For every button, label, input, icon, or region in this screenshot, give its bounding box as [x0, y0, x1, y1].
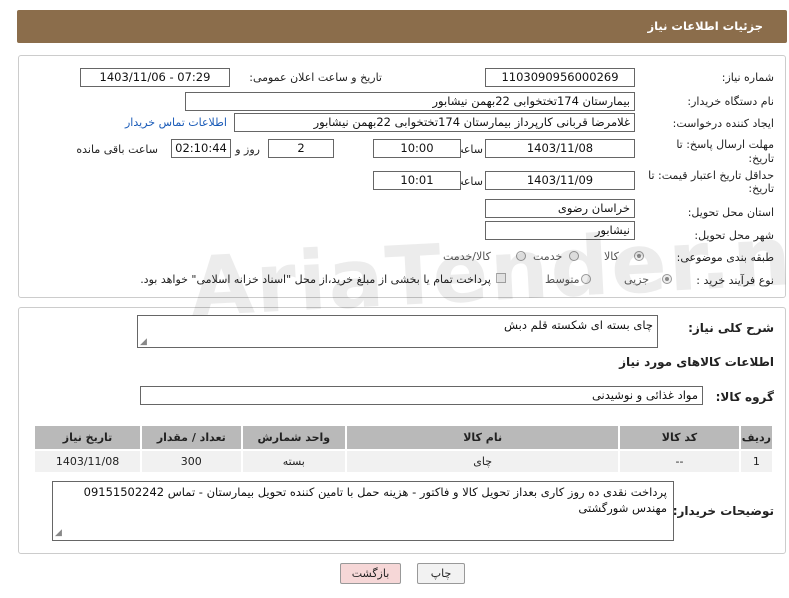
remaining-time-field: 02:10:44: [171, 139, 231, 158]
goods-group-field: مواد غذائی و نوشیدنی: [140, 386, 703, 405]
deadline-days-field: 2: [268, 139, 334, 158]
goods-group-label: گروه کالا:: [715, 390, 774, 404]
category-radio-goods[interactable]: [634, 251, 644, 261]
table-row: 1 -- چای بسته 300 1403/11/08: [32, 449, 775, 474]
print-button[interactable]: چاپ: [417, 563, 465, 584]
purchase-radio-minor[interactable]: [662, 274, 672, 284]
price-validity-time-field: 10:01: [373, 171, 461, 190]
category-radio-service[interactable]: [569, 251, 579, 261]
requester-label: ایجاد کننده درخواست:: [672, 117, 774, 130]
province-field: خراسان رضوی: [485, 199, 635, 218]
goods-table: ردیف کد کالا نام کالا واحد شمارش تعداد /…: [32, 424, 775, 474]
cell-code: --: [618, 449, 741, 474]
cell-date: 1403/11/08: [32, 449, 143, 474]
resize-grip-icon[interactable]: ◢: [140, 337, 147, 347]
treasury-note: پرداخت تمام یا بخشی از مبلغ خرید،از محل …: [140, 273, 491, 286]
price-validity-label-date: تاریخ:: [748, 182, 774, 195]
page-title: جزئیات اطلاعات نیاز: [647, 19, 763, 33]
purchase-option-medium: متوسط: [545, 273, 580, 286]
col-unit-header: واحد شمارش: [240, 424, 348, 451]
buyer-notes-textarea[interactable]: پرداخت نقدی ده روز کاری بعداز تحویل کالا…: [52, 481, 674, 541]
category-label: طبقه بندی موضوعی:: [676, 251, 774, 264]
treasury-checkbox[interactable]: [496, 273, 506, 283]
deadline-days-label: روز و: [235, 143, 260, 156]
price-validity-date-field: 1403/11/09: [485, 171, 635, 190]
category-option-goods-service: کالا/خدمت: [443, 250, 491, 263]
goods-info-title: اطلاعات کالاهای مورد نیاز: [619, 355, 774, 369]
col-row-header: ردیف: [738, 424, 775, 451]
back-button[interactable]: بازگشت: [340, 563, 401, 584]
category-radio-goods-service[interactable]: [516, 251, 526, 261]
deadline-date-field: 1403/11/08: [485, 139, 635, 158]
city-label: شهر محل تحویل:: [694, 229, 774, 242]
category-option-service: خدمت: [533, 250, 563, 263]
buyer-org-field: بیمارستان 174تختخوابی 22بهمن نیشابور: [185, 92, 635, 111]
requester-field: غلامرضا قربانی کارپرداز بیمارستان 174تخت…: [234, 113, 635, 132]
buyer-notes-label: توضیحات خریدار:: [672, 504, 774, 518]
category-option-goods: کالا: [604, 250, 619, 263]
need-number-field: 1103090956000269: [485, 68, 635, 87]
purchase-option-minor: جزیی: [624, 273, 650, 286]
col-name-header: نام کالا: [345, 424, 621, 451]
announce-datetime-field: 1403/11/06 - 07:29: [80, 68, 230, 87]
price-validity-label: حداقل تاریخ اعتبار قیمت: تا: [648, 169, 774, 182]
col-code-header: کد کالا: [618, 424, 741, 451]
cell-unit: بسته: [240, 449, 348, 474]
purchase-radio-medium[interactable]: [581, 274, 591, 284]
need-number-label: شماره نیاز:: [721, 71, 774, 84]
deadline-label-date: تاریخ:: [748, 152, 774, 165]
announce-datetime-label: تاریخ و ساعت اعلان عمومی:: [249, 71, 382, 84]
buyer-org-label: نام دستگاه خریدار:: [687, 95, 774, 108]
province-label: استان محل تحویل:: [687, 206, 774, 219]
remaining-time-label: ساعت باقی مانده: [76, 143, 158, 156]
cell-qty: 300: [140, 449, 243, 474]
col-date-header: تاریخ نیاز: [32, 424, 143, 451]
col-qty-header: تعداد / مقدار: [140, 424, 243, 451]
header-bar: جزئیات اطلاعات نیاز: [17, 10, 787, 43]
purchase-type-label: نوع فرآیند خرید :: [696, 274, 774, 287]
cell-name: چای: [345, 449, 621, 474]
cell-row: 1: [738, 449, 775, 474]
summary-textarea[interactable]: چای بسته ای شکسته قلم دبش: [137, 315, 658, 348]
summary-label: شرح کلی نیاز:: [688, 321, 774, 335]
deadline-time-field: 10:00: [373, 139, 461, 158]
city-field: نیشابور: [485, 221, 635, 240]
deadline-label: مهلت ارسال پاسخ: تا: [676, 138, 774, 151]
buyer-contact-link[interactable]: اطلاعات تماس خریدار: [125, 116, 227, 129]
notes-resize-grip-icon[interactable]: ◢: [55, 528, 62, 538]
